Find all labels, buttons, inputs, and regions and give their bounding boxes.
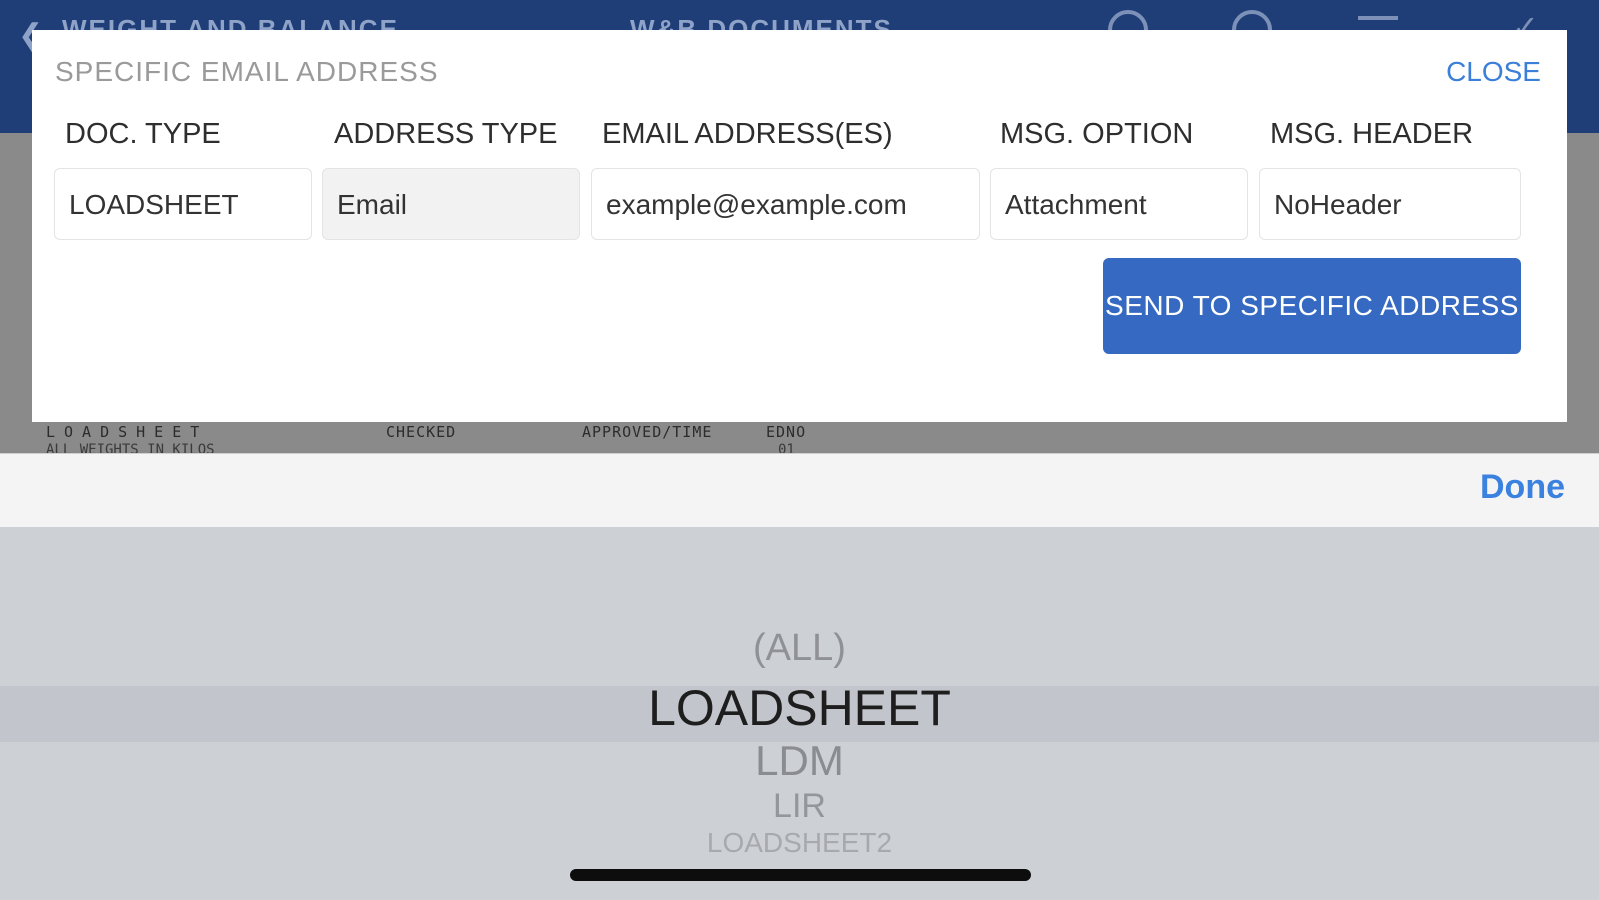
address-type-label: ADDRESS TYPE [334,118,558,150]
msg-header-field[interactable]: NoHeader [1259,168,1521,240]
doc-title: LOADSHEET [46,423,209,441]
email-addresses-label: EMAIL ADDRESS(ES) [602,118,893,150]
msg-option-label: MSG. OPTION [1000,118,1194,150]
specific-email-dialog: SPECIFIC EMAIL ADDRESS CLOSE DOC. TYPE A… [32,30,1567,422]
doc-approved-label: APPROVED/TIME [582,423,713,441]
close-button[interactable]: CLOSE [1446,56,1541,88]
doc-type-label: DOC. TYPE [65,118,221,150]
picker-option[interactable]: LOADSHEET2 [0,827,1599,859]
done-button[interactable]: Done [1480,468,1565,507]
picker-option[interactable]: LIR [0,787,1599,826]
doc-edno-label: EDNO [766,423,807,441]
home-indicator[interactable] [570,869,1031,881]
msg-header-label: MSG. HEADER [1270,118,1474,150]
picker-option-selected[interactable]: LOADSHEET [0,679,1599,737]
doc-type-field[interactable]: LOADSHEET [54,168,312,240]
picker-option[interactable]: LDM [0,737,1599,785]
picker-option[interactable]: (ALL) [0,627,1599,670]
address-type-field[interactable]: Email [322,168,580,240]
send-to-specific-address-button[interactable]: SEND TO SPECIFIC ADDRESS [1103,258,1521,354]
dialog-title: SPECIFIC EMAIL ADDRESS [55,56,439,87]
doc-type-picker[interactable]: (ALL) LOADSHEET LDM LIR LOADSHEET2 [0,527,1599,900]
msg-option-field[interactable]: Attachment [990,168,1248,240]
doc-checked-label: CHECKED [386,423,457,441]
picker-toolbar: Done [0,453,1599,529]
email-address-input[interactable]: example@example.com [591,168,980,240]
